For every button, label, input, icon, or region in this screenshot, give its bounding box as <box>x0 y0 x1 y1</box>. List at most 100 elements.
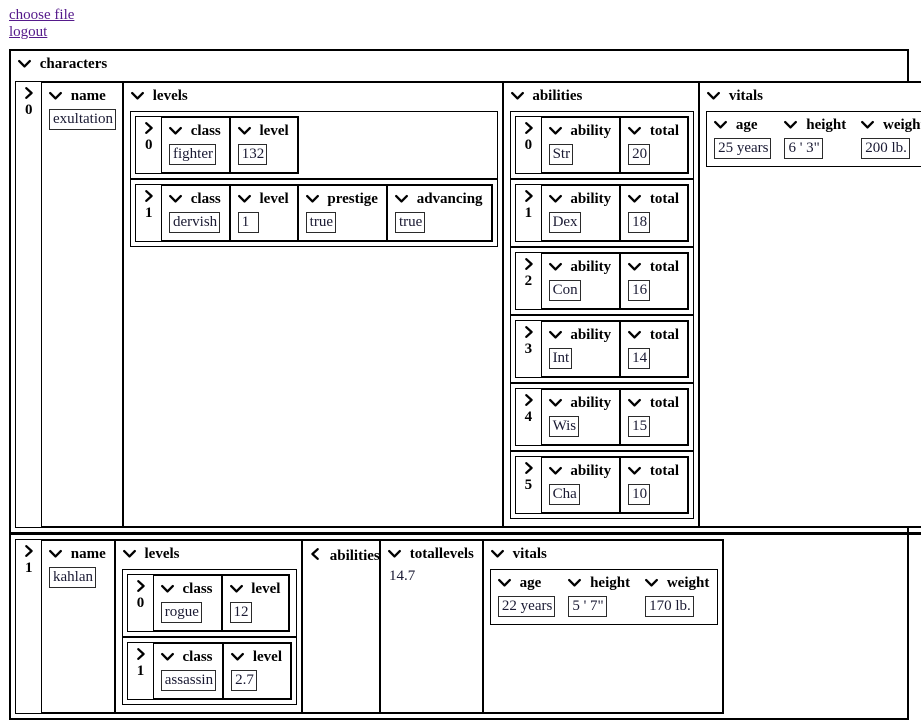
chevron-down-icon[interactable] <box>231 652 245 662</box>
logout-link[interactable]: logout <box>9 24 47 41</box>
height-value-input[interactable]: 5 ' 7" <box>568 596 607 617</box>
ability-value-input[interactable]: Wis <box>548 416 580 437</box>
ability-5-index[interactable]: 5 <box>516 457 541 513</box>
name-value-input[interactable]: exultation <box>49 109 116 130</box>
chevron-down-icon[interactable] <box>714 120 728 130</box>
ability-value-input[interactable]: Int <box>548 348 573 369</box>
chevron-down-icon[interactable] <box>568 578 582 588</box>
chevron-down-icon[interactable] <box>229 584 243 594</box>
total-value-input[interactable]: 10 <box>628 484 651 505</box>
height-field-header[interactable]: height <box>561 570 638 596</box>
chevron-right-icon[interactable] <box>24 86 35 102</box>
chevron-down-icon[interactable] <box>548 126 562 136</box>
prestige-value-input[interactable]: true <box>305 212 336 233</box>
vitals-field-header[interactable]: vitals <box>700 83 921 109</box>
ability-value-input[interactable]: Con <box>548 280 581 301</box>
chevron-down-icon[interactable] <box>510 91 524 101</box>
chevron-down-icon[interactable] <box>237 126 251 136</box>
levels-field-header[interactable]: levels <box>124 83 502 109</box>
ability-2-index[interactable]: 2 <box>516 253 541 309</box>
advancing-value-input[interactable]: true <box>394 212 426 233</box>
vitals-field-header[interactable]: vitals <box>484 541 722 567</box>
class-field-header[interactable]: class <box>162 118 229 144</box>
chevron-down-icon[interactable] <box>628 262 642 272</box>
abilities-field-header[interactable]: abilities <box>303 541 380 569</box>
advancing-field-header[interactable]: advancing <box>388 186 491 212</box>
chevron-down-icon[interactable] <box>122 549 136 559</box>
level-value-input[interactable]: 12 <box>229 602 252 623</box>
chevron-down-icon[interactable] <box>645 578 659 588</box>
chevron-down-icon[interactable] <box>131 91 144 101</box>
chevron-right-icon[interactable] <box>524 325 535 341</box>
total-value-input[interactable]: 16 <box>628 280 651 301</box>
record-1-index[interactable]: 1 <box>16 540 41 713</box>
class-field-header[interactable]: class <box>154 576 221 602</box>
name-value-input[interactable]: kahlan <box>49 567 96 588</box>
chevron-down-icon[interactable] <box>237 194 251 204</box>
chevron-down-icon[interactable] <box>628 330 642 340</box>
chevron-down-icon[interactable] <box>548 330 562 340</box>
chevron-down-icon[interactable] <box>160 584 174 594</box>
totallevels-field-header[interactable]: totallevels <box>381 541 482 567</box>
chevron-down-icon[interactable] <box>628 466 642 476</box>
chevron-down-icon[interactable] <box>628 126 642 136</box>
chevron-left-icon[interactable] <box>310 547 321 561</box>
chevron-right-icon[interactable] <box>524 189 535 205</box>
weight-value-input[interactable]: 170 lb. <box>645 596 694 617</box>
total-value-input[interactable]: 18 <box>628 212 651 233</box>
height-field-header[interactable]: height <box>777 112 854 138</box>
chevron-down-icon[interactable] <box>305 194 319 204</box>
total-field-header[interactable]: total <box>621 322 687 348</box>
choose-file-link[interactable]: choose file <box>9 7 74 24</box>
chevron-down-icon[interactable] <box>395 194 408 204</box>
total-field-header[interactable]: total <box>621 390 687 416</box>
chevron-down-icon[interactable] <box>49 91 62 101</box>
chevron-right-icon[interactable] <box>136 647 147 663</box>
total-field-header[interactable]: total <box>621 118 687 144</box>
chevron-right-icon[interactable] <box>144 121 155 137</box>
class-field-header[interactable]: class <box>162 186 229 212</box>
chevron-down-icon[interactable] <box>388 549 401 559</box>
total-field-header[interactable]: total <box>621 186 687 212</box>
chevron-down-icon[interactable] <box>784 120 798 130</box>
total-value-input[interactable]: 15 <box>628 416 651 437</box>
total-field-header[interactable]: total <box>621 254 687 280</box>
level-1-index[interactable]: 1 <box>136 185 161 241</box>
age-value-input[interactable]: 22 years <box>497 596 556 617</box>
characters-node-header[interactable]: characters <box>11 51 907 77</box>
ability-field-header[interactable]: ability <box>542 118 620 144</box>
record-0-index[interactable]: 0 <box>16 82 41 527</box>
level-value-input[interactable]: 132 <box>237 144 268 165</box>
ability-value-input[interactable]: Cha <box>548 484 580 505</box>
chevron-right-icon[interactable] <box>524 393 535 409</box>
ability-4-index[interactable]: 4 <box>516 389 541 445</box>
name-field-header[interactable]: name <box>42 83 122 109</box>
weight-field-header[interactable]: weight <box>854 112 921 138</box>
chevron-down-icon[interactable] <box>707 91 721 101</box>
chevron-down-icon[interactable] <box>548 194 562 204</box>
abilities-field-header[interactable]: abilities <box>504 83 699 109</box>
level-1-index[interactable]: 1 <box>128 643 153 699</box>
level-field-header[interactable]: level <box>224 644 290 670</box>
ability-field-header[interactable]: ability <box>542 186 620 212</box>
chevron-down-icon[interactable] <box>548 262 562 272</box>
weight-field-header[interactable]: weight <box>638 570 717 596</box>
weight-value-input[interactable]: 200 lb. <box>861 138 910 159</box>
level-field-header[interactable]: level <box>231 118 297 144</box>
chevron-right-icon[interactable] <box>524 257 535 273</box>
name-field-header[interactable]: name <box>42 541 114 567</box>
chevron-down-icon[interactable] <box>169 194 182 204</box>
ability-field-header[interactable]: ability <box>542 254 620 280</box>
class-value-input[interactable]: assassin <box>160 670 217 691</box>
chevron-down-icon[interactable] <box>497 578 511 588</box>
chevron-down-icon[interactable] <box>160 652 174 662</box>
age-field-header[interactable]: age <box>707 112 777 138</box>
ability-0-index[interactable]: 0 <box>516 117 541 173</box>
prestige-field-header[interactable]: prestige <box>299 186 386 212</box>
level-0-index[interactable]: 0 <box>136 117 161 173</box>
chevron-right-icon[interactable] <box>524 461 535 477</box>
class-value-input[interactable]: rogue <box>160 602 202 623</box>
chevron-down-icon[interactable] <box>49 549 62 559</box>
total-value-input[interactable]: 14 <box>628 348 651 369</box>
chevron-right-icon[interactable] <box>136 579 147 595</box>
